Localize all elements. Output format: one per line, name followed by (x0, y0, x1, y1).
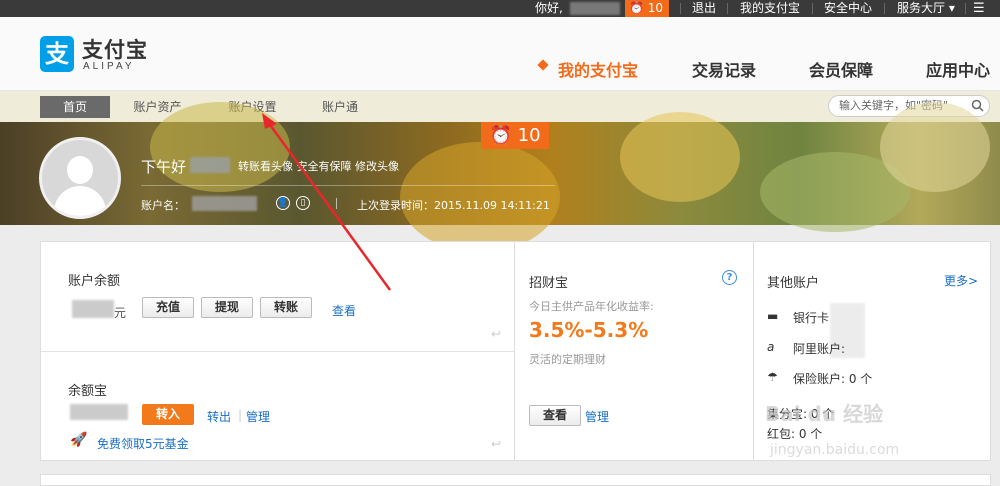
yuebao-manage-link[interactable]: 管理 (246, 408, 270, 425)
zhaocaibao-sub: 灵活的定期理财 (529, 353, 606, 366)
zhaocaibao-title: 招财宝 (529, 276, 569, 291)
banner-greeting: 下午好 (141, 158, 187, 176)
balance-unit: 元 (114, 306, 127, 320)
last-login-time: 上次登录时间：2015.11.09 14:11:21 (357, 199, 550, 212)
avatar[interactable] (39, 137, 121, 219)
divider (812, 3, 813, 14)
nav-member-protection[interactable]: 会员保障 (809, 57, 873, 81)
ali-account-item[interactable]: 阿里账户: (793, 340, 845, 357)
alarm-icon: ⏰ (489, 125, 512, 146)
name-blurred (190, 157, 230, 173)
top-alarm-count: 10 (647, 1, 664, 15)
account-blurred (192, 196, 257, 211)
service-hall-menu[interactable]: 服务大厅 ▾ (897, 0, 955, 17)
transfer-button[interactable]: 转账 (260, 297, 312, 318)
my-alipay-link[interactable]: 我的支付宝 (740, 0, 800, 17)
balance-blurred (72, 300, 114, 318)
recharge-button[interactable]: 充值 (142, 297, 194, 318)
zhaocaibao-rate: 3.5%-5.3% (529, 318, 649, 342)
nav-my-alipay[interactable]: 我的支付宝 (558, 57, 638, 81)
return-icon: ↩ (491, 437, 502, 451)
yuebao-title: 余额宝 (68, 384, 108, 399)
bottom-panel (40, 474, 991, 486)
divider (680, 3, 681, 14)
panel-divider (41, 351, 514, 352)
top-greeting: 你好, (535, 1, 563, 15)
list-menu-icon[interactable]: ☰ (973, 0, 985, 17)
divider (884, 3, 885, 14)
banner-alarm-count: 10 (517, 125, 541, 146)
search-icon[interactable] (971, 99, 984, 112)
security-center-link[interactable]: 安全中心 (824, 0, 872, 17)
ali-account-icon: a (767, 340, 775, 354)
banner-alarm-badge[interactable]: ⏰ 10 (481, 122, 549, 149)
phone-icon[interactable]: ▯ (296, 196, 310, 210)
alarm-icon: ⏰ (629, 1, 644, 15)
transfer-out-link[interactable]: 转出 (207, 408, 231, 425)
top-alarm-badge[interactable]: ⏰ 10 (625, 0, 669, 17)
more-link[interactable]: 更多> (944, 272, 978, 289)
nav-app-center[interactable]: 应用中心 (926, 57, 990, 81)
divider (336, 198, 337, 209)
user-icon[interactable]: 👤 (276, 196, 290, 210)
insurance-item[interactable]: 保险账户: 0 个 (793, 370, 872, 387)
divider (965, 3, 966, 14)
free-fund-link[interactable]: 免费领取5元基金 (97, 435, 189, 452)
change-avatar-link[interactable]: 转账看头像 安全有保障 修改头像 (238, 158, 399, 174)
balance-title: 账户余额 (68, 274, 121, 289)
baidu-watermark: Bai du 经验 (765, 402, 884, 426)
watermark-url: jingyan.baidu.com (770, 442, 900, 458)
username-blurred (570, 2, 620, 15)
yuebao-blurred (70, 404, 128, 420)
alipay-logo-icon[interactable]: 支 (40, 36, 74, 72)
account-label: 账户名： (141, 199, 185, 212)
nav-transactions[interactable]: 交易记录 (692, 57, 756, 81)
umbrella-icon: ☂ (767, 370, 778, 384)
logout-link[interactable]: 退出 (692, 0, 716, 17)
other-accounts-title: 其他账户 (767, 276, 820, 291)
divider: | (238, 408, 243, 422)
tab-home[interactable]: 首页 (40, 96, 110, 118)
logo-text: 支付宝 (82, 38, 148, 62)
bank-card-item[interactable]: 银行卡 (793, 309, 829, 326)
tab-account-link[interactable]: 账户通 (310, 96, 370, 118)
zhaocaibao-view-button[interactable]: 查看 (529, 405, 581, 426)
help-icon[interactable]: ? (722, 270, 737, 285)
top-bar: 你好, ⏰ 10 退出 我的支付宝 安全中心 服务大厅 ▾ ☰ (0, 0, 1000, 17)
divider (727, 3, 728, 14)
withdraw-button[interactable]: 提现 (201, 297, 253, 318)
rocket-icon: 🚀 (70, 432, 88, 448)
banner-divider (141, 185, 555, 186)
caret-down-icon: ▾ (948, 1, 955, 15)
service-hall-label: 服务大厅 (897, 1, 946, 15)
hongbao-item[interactable]: 红包: 0 个 (767, 425, 822, 442)
zhaocaibao-manage-link[interactable]: 管理 (585, 408, 609, 425)
view-balance-link[interactable]: 查看 (332, 302, 356, 319)
transfer-in-button[interactable]: 转入 (142, 404, 194, 425)
bank-card-icon: ▬ (767, 309, 779, 323)
return-icon: ↩ (491, 327, 502, 341)
logo-subtext: ALIPAY (83, 61, 135, 72)
zhaocaibao-desc: 今日主供产品年化收益率: (529, 300, 654, 313)
